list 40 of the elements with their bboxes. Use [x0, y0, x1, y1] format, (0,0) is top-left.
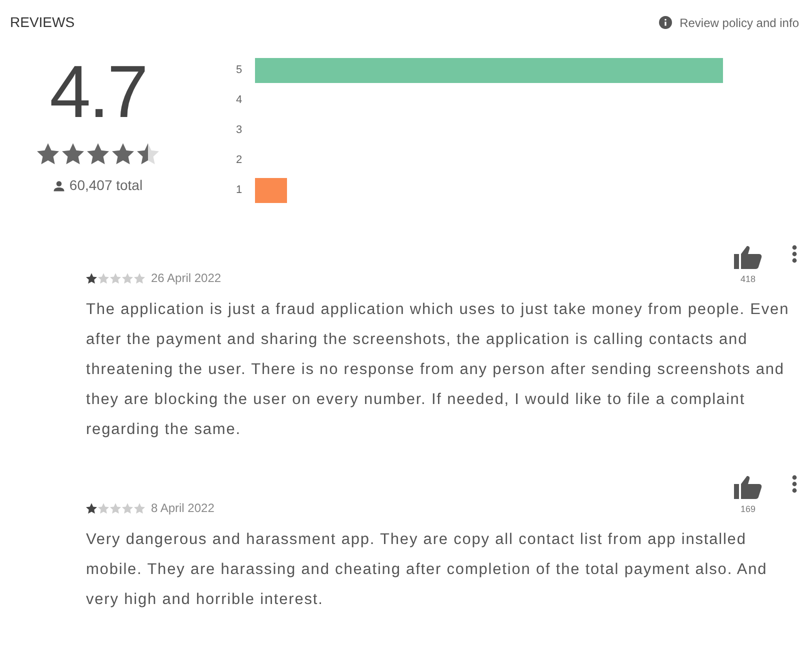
histogram-label: 5	[236, 62, 244, 78]
histogram-label: 2	[236, 152, 244, 168]
star-icon	[37, 143, 59, 165]
more-options-button[interactable]	[792, 475, 797, 493]
star-icon	[112, 143, 134, 165]
star-icon	[98, 272, 109, 284]
thumbs-up-icon	[734, 245, 762, 269]
histogram-label: 4	[236, 92, 244, 108]
histogram-label: 3	[236, 122, 244, 138]
star-icon	[122, 272, 133, 284]
more-options-button[interactable]	[792, 245, 797, 263]
star-icon	[86, 502, 97, 514]
review-date: 26 April 2022	[151, 270, 222, 287]
more-options-icon	[792, 475, 797, 493]
like-button[interactable]	[734, 245, 762, 269]
review-date: 8 April 2022	[151, 500, 214, 517]
section-title: REVIEWS	[10, 13, 75, 32]
like-count: 169	[740, 503, 756, 516]
star-icon	[134, 502, 145, 514]
star-icon	[62, 143, 84, 165]
like-count: 418	[740, 273, 756, 286]
more-options-icon	[792, 245, 797, 263]
star-icon	[87, 143, 109, 165]
thumbs-up-icon	[734, 475, 762, 499]
star-icon	[110, 272, 121, 284]
star-icon	[122, 502, 133, 514]
like-button[interactable]	[734, 475, 762, 499]
total-count: 60,407 total	[69, 176, 143, 195]
star-icon	[110, 502, 121, 514]
policy-link[interactable]: Review policy and info	[680, 14, 799, 32]
star-icon	[134, 272, 145, 284]
star-icon	[86, 272, 97, 284]
review-text: Very dangerous and harassment app. They are copy all contact list from app installed mobile. They are harassing and cheating after completion of the total payment also. And very high and horrible interest.	[86, 530, 768, 610]
review-text: The application is just a fraud application which uses to just take money from people. Even after the payment and sharing the screenshots, the application is calling contacts and threatening the user. There is no response from any person after sending screenshots and they are blocking the user on every number. If needed, I would like to file a complaint regarding the same.	[86, 300, 790, 440]
star-icon	[137, 143, 159, 165]
star-icon	[98, 502, 109, 514]
average-rating: 4.7	[50, 55, 146, 129]
histogram-label: 1	[236, 182, 244, 198]
info-icon	[658, 16, 672, 29]
person-icon	[53, 180, 66, 192]
